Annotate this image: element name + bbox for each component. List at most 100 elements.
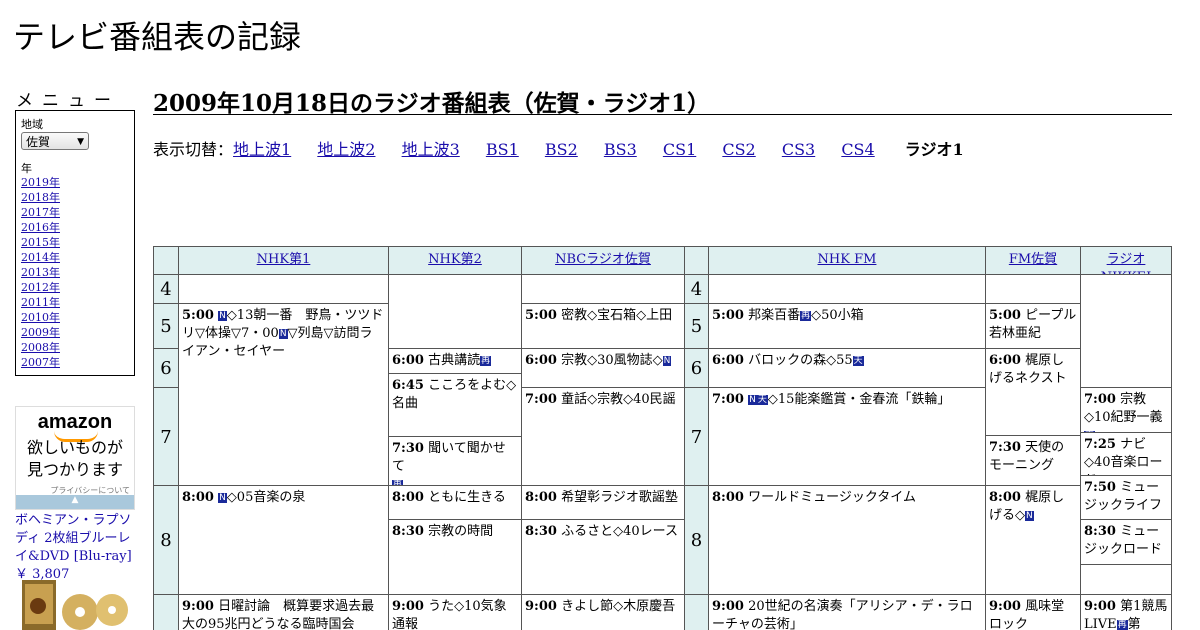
hour-label: 4 — [684, 274, 709, 304]
hour-label: 4 — [153, 274, 179, 304]
program-cell[interactable]: 7:00 宗教◇10紀野一義再 — [1080, 387, 1172, 433]
product-link[interactable]: ボヘミアン・ラプソディ 2枚組ブルーレイ&DVD [Blu-ray] — [15, 513, 132, 564]
switch-link-chijo2[interactable]: 地上波2 — [317, 140, 375, 159]
product-image[interactable] — [20, 580, 130, 630]
channel-link-fmsaga[interactable]: FM佐賀 — [1009, 252, 1057, 267]
switch-current: ラジオ1 — [904, 140, 964, 159]
program-cell[interactable]: 5:00 密教◇宝石箱◇上田 — [521, 303, 685, 349]
switch-link-cs2[interactable]: CS2 — [722, 140, 755, 159]
program-cell[interactable]: 6:00 バロックの森◇55天 — [708, 348, 986, 388]
year-link[interactable]: 2019年 — [21, 175, 60, 190]
program-cell[interactable]: 6:00 梶原しげるネクスト — [985, 348, 1081, 436]
channel-header: NBCラジオ佐賀 — [521, 246, 685, 275]
hour-label — [684, 594, 709, 630]
weather-icon: 天 — [852, 356, 864, 366]
program-cell[interactable]: 8:00 ともに生きる — [388, 485, 522, 520]
year-link[interactable]: 2012年 — [21, 280, 60, 295]
program-cell[interactable]: 9:00 きよし節◇木原慶吾 — [521, 594, 685, 630]
program-cell[interactable]: 6:00 古典講読再 — [388, 348, 522, 374]
ad-tagline-line1: 欲しいものが — [26, 438, 123, 457]
program-cell[interactable]: 5:00 邦楽百番再◇50小箱 — [708, 303, 986, 349]
year-link[interactable]: 2015年 — [21, 235, 60, 250]
switch-link-cs4[interactable]: CS4 — [841, 140, 874, 159]
program-cell[interactable]: 9:00 うた◇10気象通報 — [388, 594, 522, 630]
program-cell[interactable]: 8:00 梶原しげる◇N — [985, 485, 1081, 595]
program-cell[interactable]: 5:00 ピープル若林亜紀 — [985, 303, 1081, 349]
channel-link-nbc[interactable]: NBCラジオ佐賀 — [555, 252, 651, 267]
switch-link-chijo1[interactable]: 地上波1 — [233, 140, 291, 159]
program-cell[interactable]: 8:30 ふるさと◇40レース — [521, 519, 685, 595]
channel-header: NHK第1 — [178, 246, 389, 275]
channel-link-nhkfm[interactable]: NHK FM — [818, 252, 877, 267]
program-cell-empty — [708, 274, 986, 304]
year-link[interactable]: 2013年 — [21, 265, 60, 280]
program-cell[interactable]: 8:00 ワールドミュージックタイム — [708, 485, 986, 595]
region-select[interactable]: 佐賀 ▼ — [21, 132, 89, 150]
menu-box: 地域 佐賀 ▼ 年 2019年 2018年 2017年 2016年 2015年 … — [15, 110, 135, 376]
weather-icon: 天 — [756, 395, 768, 405]
dropdown-arrow-icon: ▼ — [77, 137, 84, 147]
program-cell[interactable]: 5:00 N◇13朝一番 野鳥・ツツドリ▽体操▽7・00N▽列島▽訪問ライアン・… — [178, 303, 389, 486]
program-cell[interactable]: 7:30 聞いて聞かせて再 — [388, 436, 522, 486]
header-corner — [153, 246, 179, 275]
hour-label: 7 — [153, 387, 179, 486]
program-cell[interactable]: 9:00 第1競馬LIVE再第28・ — [1080, 594, 1172, 630]
channel-link-nhk2[interactable]: NHK第2 — [428, 252, 482, 267]
year-link[interactable]: 2010年 — [21, 310, 60, 325]
hour-label: 8 — [684, 485, 709, 595]
program-cell-empty — [388, 274, 522, 349]
amazon-ad[interactable]: amazon 欲しいものが 見つかります プライバシーについて ▲ — [15, 406, 135, 510]
program-cell[interactable]: 7:50 ミュージックライフ — [1080, 475, 1172, 520]
ad-tagline-line2: 見つかります — [26, 460, 123, 479]
program-cell[interactable]: 8:30 ミュージックロード — [1080, 519, 1172, 565]
ad-collapse-bar[interactable]: ▲ — [16, 495, 134, 509]
channel-link-nikkei[interactable]: ラジオNIKKEI — [1101, 252, 1152, 274]
switch-link-cs1[interactable]: CS1 — [663, 140, 696, 159]
year-link[interactable]: 2017年 — [21, 205, 60, 220]
program-cell[interactable]: 9:00 20世紀の名演奏「アリシア・デ・ラローチャの芸術」 — [708, 594, 986, 630]
switch-link-bs2[interactable]: BS2 — [545, 140, 578, 159]
year-link[interactable]: 2007年 — [21, 355, 60, 370]
program-cell[interactable]: 8:00 希望彰ラジオ歌謡塾 — [521, 485, 685, 520]
view-switcher: 表示切替：地上波1 地上波2 地上波3 BS1 BS2 BS3 CS1 CS2 … — [153, 136, 964, 160]
program-cell[interactable]: 8:30 宗教の時間 — [388, 519, 522, 595]
hour-label: 8 — [153, 485, 179, 595]
rerun-icon: 再 — [1116, 620, 1128, 630]
program-cell[interactable]: 6:00 宗教◇30風物誌◇N — [521, 348, 685, 388]
hour-label — [153, 594, 179, 630]
program-cell[interactable]: 7:30 天使のモーニング — [985, 435, 1081, 486]
program-cell[interactable]: 7:25 ナビ◇40音楽ロード — [1080, 432, 1172, 476]
news-icon: N — [1025, 511, 1034, 521]
page-title: 2009年10月18日のラジオ番組表（佐賀・ラジオ1） — [153, 84, 1172, 117]
switch-link-chijo3[interactable]: 地上波3 — [402, 140, 460, 159]
year-label: 年 — [21, 162, 32, 175]
program-cell[interactable]: 7:00 童話◇宗教◇40民謡 — [521, 387, 685, 486]
switch-link-bs3[interactable]: BS3 — [604, 140, 637, 159]
channel-header: FM佐賀 — [985, 246, 1081, 275]
region-value: 佐賀 — [26, 135, 51, 149]
program-cell[interactable]: 8:00 N◇05音楽の泉 — [178, 485, 389, 595]
year-link[interactable]: 2016年 — [21, 220, 60, 235]
hour-label: 7 — [684, 387, 709, 486]
switch-link-bs1[interactable]: BS1 — [486, 140, 519, 159]
channel-header: NHK第2 — [388, 246, 522, 275]
year-link[interactable]: 2018年 — [21, 190, 60, 205]
switch-link-cs3[interactable]: CS3 — [782, 140, 815, 159]
channel-link-nhk1[interactable]: NHK第1 — [257, 252, 311, 267]
rerun-icon: 再 — [480, 356, 492, 366]
year-link[interactable]: 2011年 — [21, 295, 60, 310]
hour-label: 5 — [684, 303, 709, 349]
program-cell[interactable]: 6:45 こころをよむ◇名曲 — [388, 373, 522, 437]
program-cell-empty — [1080, 564, 1172, 595]
program-cell[interactable]: 9:00 日曜討論 概算要求過去最大の95兆円どうなる臨時国会 — [178, 594, 389, 630]
news-icon: N — [278, 329, 288, 339]
news-icon: N — [218, 493, 227, 503]
menu-title: メニュー — [16, 91, 120, 111]
program-cell-empty — [1080, 274, 1172, 388]
year-link[interactable]: 2008年 — [21, 340, 60, 355]
year-link[interactable]: 2014年 — [21, 250, 60, 265]
program-cell[interactable]: 7:00 N 天◇15能楽鑑賞・金春流「鉄輪」 — [708, 387, 986, 486]
ad-tagline: 欲しいものが 見つかります — [16, 437, 134, 481]
year-link[interactable]: 2009年 — [21, 325, 60, 340]
program-cell[interactable]: 9:00 風味堂ロック — [985, 594, 1081, 630]
